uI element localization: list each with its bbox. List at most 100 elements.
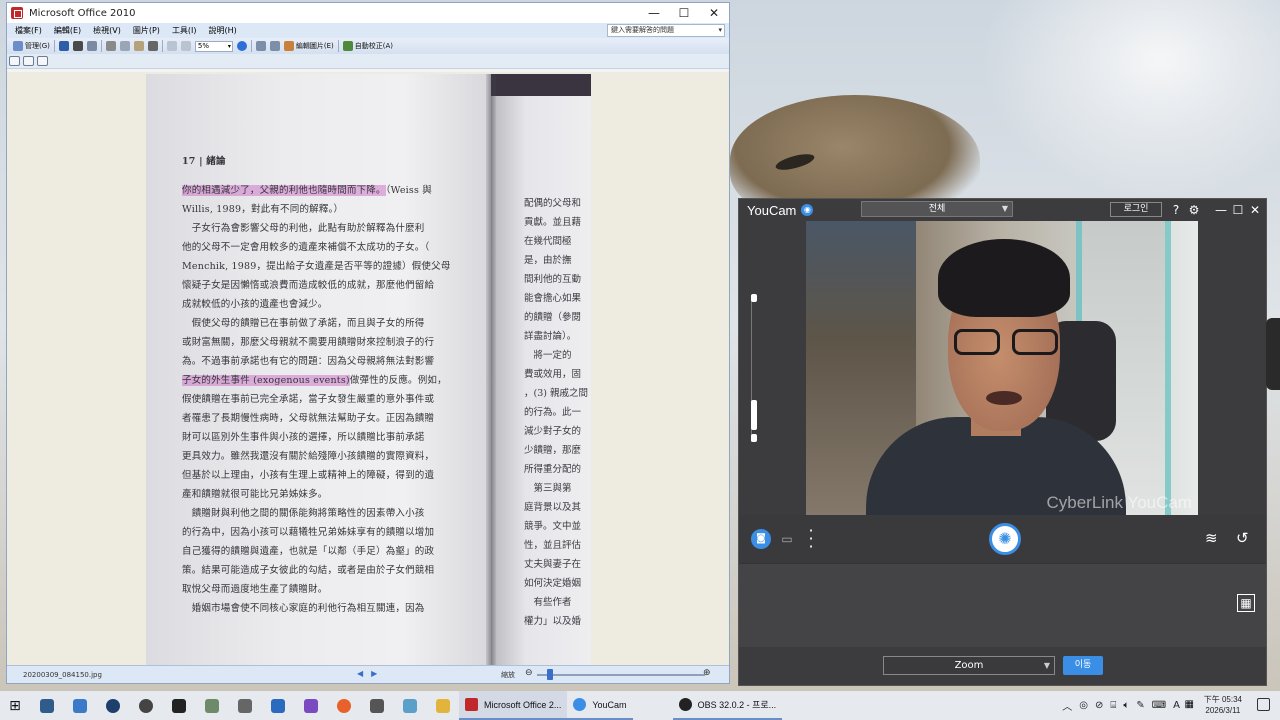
menu-picture[interactable]: 圖片(P) — [133, 25, 160, 36]
taskbar-task-obs[interactable]: OBS 32.0.2 - 프로... — [672, 691, 783, 720]
youcam-login-button[interactable]: 로그인 — [1110, 202, 1162, 217]
clock-date: 2026/3/11 — [1205, 706, 1241, 715]
line-text: 或財富無關，那麼父母親就不需要用饋贈財來控制浪子的行 — [182, 337, 435, 348]
help-icon[interactable]: ? — [1168, 202, 1184, 218]
menu-tools[interactable]: 工具(I) — [172, 25, 197, 36]
zoom-select[interactable]: 5% — [194, 40, 233, 52]
rotate-right-icon[interactable] — [269, 41, 280, 51]
start-windows-icon[interactable]: ⊞ — [0, 691, 30, 720]
notification-icon[interactable] — [1257, 698, 1270, 711]
book-line: 間利他的互動 — [524, 274, 582, 285]
maximize-icon[interactable]: ☐ — [669, 3, 699, 23]
taskbar-s-app-icon[interactable] — [96, 691, 129, 720]
office-app-icon[interactable] — [11, 7, 23, 19]
photo-mode-camera-icon[interactable]: ◙ — [751, 529, 771, 549]
tray-calendar-icon[interactable]: ▦ — [1185, 699, 1194, 710]
book-photo: 17 | 緒論 你的相遇減少了，父親的利他也隨時間而下降。（Weiss 與 Wil… — [146, 74, 591, 665]
taskbar-firefox-icon[interactable] — [327, 691, 360, 720]
prev-image-icon[interactable]: ◀ — [357, 669, 371, 678]
menu-file[interactable]: 檔案(F) — [15, 25, 42, 36]
taskbar-visual-studio-icon[interactable] — [294, 691, 327, 720]
youcam-brightness-slider[interactable] — [751, 294, 757, 442]
menu-help[interactable]: 說明(H) — [209, 25, 237, 36]
taskbar-task-office[interactable]: Microsoft Office 2... — [459, 691, 568, 720]
help-search-input[interactable]: 鍵入需要解答的問題 — [607, 24, 725, 37]
zoom-slider[interactable] — [537, 674, 705, 676]
filmstrip-view-icon[interactable] — [23, 56, 34, 66]
mail-icon[interactable] — [86, 41, 97, 51]
copy-icon[interactable] — [119, 41, 130, 51]
zoom-slider-thumb[interactable] — [547, 669, 553, 680]
undo-icon[interactable] — [166, 41, 177, 51]
next-image-icon[interactable]: ▶ — [371, 669, 385, 678]
book-line: 所得重分配的 — [524, 464, 582, 475]
video-mode-icon[interactable]: ▭ — [777, 531, 797, 547]
book-line: 或財富無關，那麼父母親就不需要用饋贈財來控制浪子的行 — [182, 333, 472, 352]
tray-network-icon[interactable]: ⌸ — [1110, 700, 1116, 711]
youcam-notification-icon[interactable]: ◉ — [801, 204, 814, 216]
tray-overflow-icon[interactable]: ︿ — [1062, 698, 1072, 713]
manage-label: 管理(G) — [25, 42, 50, 50]
tray-pen-icon[interactable]: ✎ — [1136, 700, 1144, 711]
youcam-mode-select[interactable]: 전체 — [861, 201, 1013, 217]
tray-volume-icon[interactable]: 🔈︎ — [1123, 700, 1129, 711]
paste-icon[interactable] — [133, 41, 144, 51]
side-handle[interactable] — [1266, 318, 1280, 390]
line-text: 他的父母不一定會用較多的遺產來補償不太成功的子女。（ — [182, 242, 430, 253]
grid-icon[interactable]: ▦ — [1237, 594, 1255, 612]
save-icon[interactable] — [58, 41, 69, 51]
zoom-in-icon[interactable]: ⊕ — [703, 668, 711, 678]
book-line: 子女行為會影響父母的利他，此點有助於解釋為什麼利 — [182, 219, 472, 238]
taskbar-app-icon[interactable] — [162, 691, 195, 720]
close-icon[interactable]: ✕ — [1247, 202, 1263, 218]
book-line: 他的父母不一定會用較多的遺產來補償不太成功的子女。（ — [182, 238, 472, 257]
slider-knob[interactable] — [751, 400, 757, 430]
auto-correct-button[interactable]: 自動校正(A) — [342, 40, 393, 52]
taskbar-app-icon[interactable] — [63, 691, 96, 720]
move-button[interactable]: 이동 — [1063, 656, 1103, 675]
minimize-icon[interactable]: — — [1213, 202, 1229, 218]
taskbar-app-icon[interactable] — [393, 691, 426, 720]
video-person-hair — [938, 239, 1070, 317]
zoom-dropdown[interactable]: Zoom — [883, 656, 1055, 675]
manage-button[interactable]: 管理(G) — [13, 40, 50, 52]
tray-ime-indicator[interactable]: A — [1173, 700, 1180, 711]
youcam-app-name: YouCam — [747, 202, 797, 218]
taskbar-task-youcam[interactable]: YouCam — [567, 691, 633, 720]
youcam-title-bar[interactable]: YouCam ◉ 전체 로그인 ? ⚙ — ☐ ✕ — [739, 199, 1266, 221]
minimize-icon[interactable]: — — [639, 3, 669, 23]
taskbar-app-icon[interactable] — [261, 691, 294, 720]
close-icon[interactable]: ✕ — [699, 3, 729, 23]
single-view-icon[interactable] — [37, 56, 48, 66]
edit-picture-button[interactable]: 編輯圖片(E) — [283, 40, 334, 52]
layers-icon[interactable]: ≋ — [1205, 529, 1218, 547]
thumbnail-view-icon[interactable] — [9, 56, 20, 66]
settings-gear-icon[interactable]: ⚙ — [1186, 202, 1202, 218]
redo-icon[interactable] — [180, 41, 191, 51]
taskbar-folder-icon[interactable] — [426, 691, 459, 720]
delete-icon[interactable] — [147, 41, 158, 51]
tray-app-icon[interactable]: ⊘ — [1095, 700, 1103, 711]
menu-edit[interactable]: 編輯(E) — [54, 25, 81, 36]
office-title-bar[interactable]: Microsoft Office 2010 — ☐ ✕ — [7, 3, 729, 23]
menu-view[interactable]: 檢視(V) — [93, 25, 121, 36]
taskbar-app-icon[interactable] — [360, 691, 393, 720]
tray-app-icon[interactable]: ◎ — [1079, 700, 1088, 711]
taskbar-clock[interactable]: 下午 05:34 2026/3/11 — [1204, 694, 1242, 716]
tray-keyboard-icon[interactable]: ⌨ — [1152, 700, 1166, 711]
taskbar-calculator-icon[interactable] — [30, 691, 63, 720]
rotate-left-icon[interactable] — [255, 41, 266, 51]
rotate-icon[interactable]: ↺ — [1236, 529, 1249, 547]
help-icon[interactable] — [236, 41, 247, 51]
taskbar-app-icon[interactable] — [228, 691, 261, 720]
taskbar-app-icon[interactable] — [195, 691, 228, 720]
taskbar-app-icon[interactable] — [129, 691, 162, 720]
book-line: 競爭。文中並 — [524, 521, 582, 532]
book-left-text: 17 | 緒論 你的相遇減少了，父親的利他也隨時間而下降。（Weiss 與 Wil… — [182, 152, 472, 618]
zoom-out-icon[interactable]: ⊖ — [525, 668, 533, 678]
more-options-icon[interactable]: · · · — [807, 523, 815, 555]
print-icon[interactable] — [72, 41, 83, 51]
shutter-button[interactable]: ✺ — [989, 523, 1021, 555]
cut-icon[interactable] — [105, 41, 116, 51]
maximize-icon[interactable]: ☐ — [1230, 202, 1246, 218]
